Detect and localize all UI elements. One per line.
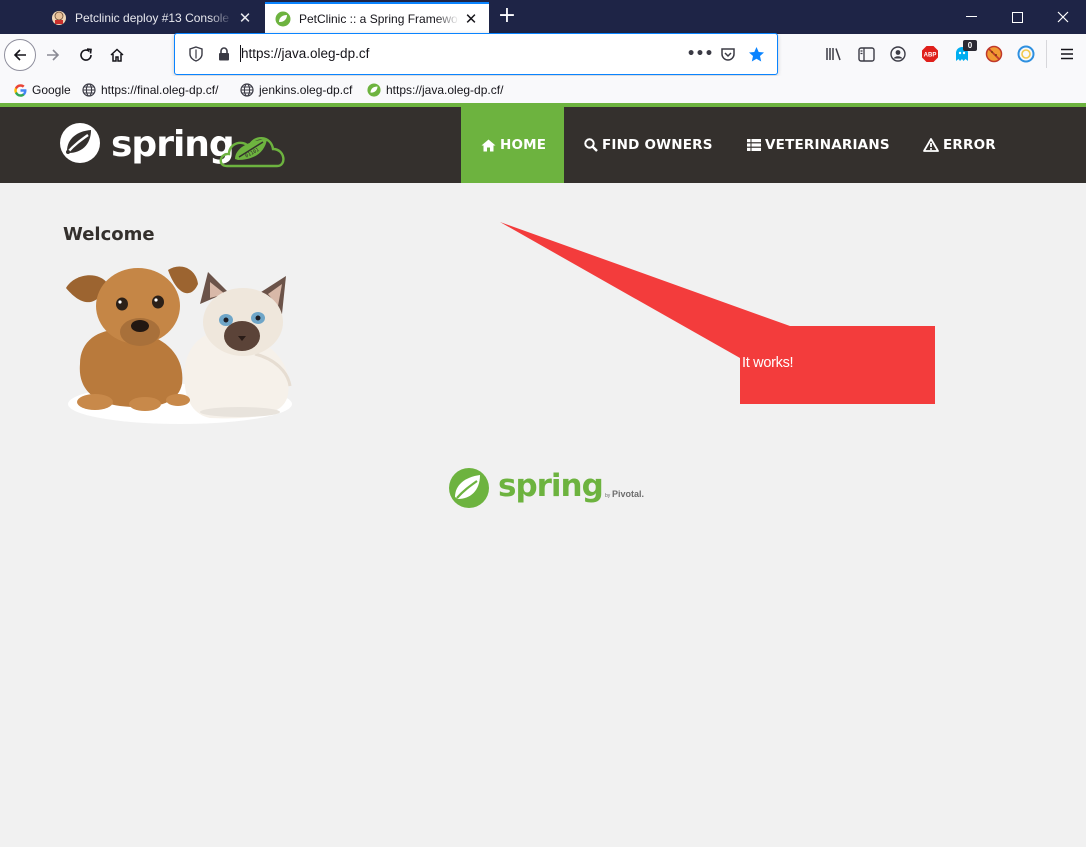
spring-by-pivotal-logo: spring by Pivotal. [447,466,649,510]
spring-leaf-icon [367,83,381,97]
google-icon [13,83,27,97]
home-icon[interactable] [101,39,133,71]
svg-text:ABP: ABP [924,53,937,59]
tab-jenkins-console[interactable]: Petclinic deploy #13 Console [Jenkins] ✕ [41,2,263,34]
forward-arrow-icon[interactable] [37,39,69,71]
shield-icon[interactable] [187,45,205,63]
sidebar-icon[interactable] [856,44,876,64]
cookie-block-icon[interactable] [984,44,1004,64]
it-works-callout [500,222,940,408]
tab-petclinic[interactable]: PetClinic :: a Spring Framework demonstr… [265,2,489,34]
nav-label: FIND OWNERS [602,137,713,153]
svg-text:spring: spring [498,468,603,504]
bookmark-final[interactable]: https://final.oleg-dp.cf/ [82,80,218,100]
globe-icon [82,83,96,97]
reload-icon[interactable] [70,39,102,71]
nav-error[interactable]: ERROR [903,107,1016,183]
address-bar[interactable]: https://java.oleg-dp.cf ••• [174,33,778,75]
nav-find-owners[interactable]: FIND OWNERS [564,107,733,183]
spring-leaf-icon [275,11,291,27]
home-icon [481,139,496,152]
page-title: Welcome [63,224,155,245]
back-arrow-icon[interactable] [4,39,36,71]
tab-title: PetClinic :: a Spring Framework demonstr… [299,12,459,26]
translate-icon[interactable] [1016,44,1036,64]
close-icon[interactable]: ✕ [463,10,479,28]
pocket-icon[interactable] [719,45,737,63]
bookmark-jenkins[interactable]: jenkins.oleg-dp.cf [240,80,352,100]
maximize-icon[interactable] [994,0,1040,34]
bookmark-label: jenkins.oleg-dp.cf [259,83,353,97]
browser-tab-strip: Petclinic deploy #13 Console [Jenkins] ✕… [0,0,1086,34]
window-close-icon[interactable] [1040,0,1086,34]
search-icon [584,138,598,152]
svg-text:Pivotal.: Pivotal. [612,489,644,499]
nav-label: ERROR [943,137,996,153]
jenkins-icon [51,10,67,26]
globe-icon [240,83,254,97]
bookmark-label: https://java.oleg-dp.cf/ [386,83,504,97]
list-icon [747,139,761,151]
url-text[interactable]: https://java.oleg-dp.cf [241,46,369,61]
warning-icon [923,138,939,152]
library-icon[interactable] [824,44,844,64]
svg-text:spring: spring [111,124,234,165]
bookmarks-bar: Google https://final.oleg-dp.cf/ jenkins… [0,76,1086,103]
bookmark-google[interactable]: Google [13,80,71,100]
minimize-icon[interactable] [948,0,994,34]
extension-badge: 0 [963,40,977,51]
nav-home[interactable]: HOME [461,107,564,183]
adblock-icon[interactable]: ABP [920,44,940,64]
close-icon[interactable]: ✕ [237,9,253,27]
account-icon[interactable] [888,44,908,64]
svg-text:by: by [605,493,611,499]
spring-logo[interactable]: spring 01101 [57,119,287,171]
bookmark-label: https://final.oleg-dp.cf/ [101,83,219,97]
nav-label: VETERINARIANS [765,137,890,153]
pets-image [60,254,298,426]
app-navbar: spring 01101 HOME FIND OWNERS VETERINARI… [0,107,1086,183]
nav-label: HOME [500,137,547,153]
callout-text: It works! [742,355,794,371]
bookmark-label: Google [32,83,71,97]
hamburger-menu-icon[interactable] [1057,44,1077,64]
tab-title: Petclinic deploy #13 Console [Jenkins] [75,11,233,25]
toolbar-divider [1046,40,1047,68]
bookmark-java[interactable]: https://java.oleg-dp.cf/ [367,80,503,100]
nav-veterinarians[interactable]: VETERINARIANS [727,107,910,183]
page-actions-icon[interactable]: ••• [687,45,714,63]
bookmark-star-icon[interactable] [747,45,765,63]
new-tab-icon[interactable]: + [496,5,518,29]
lock-icon[interactable] [215,45,233,63]
